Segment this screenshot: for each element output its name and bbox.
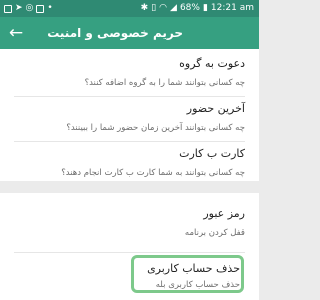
setting-title: دعوت به گروه bbox=[179, 57, 245, 70]
app-bar: ← حریم خصوصی و امنیت bbox=[0, 17, 259, 49]
signal-icon: ◢ bbox=[170, 3, 177, 13]
battery-icon: ▮ bbox=[202, 3, 208, 13]
instagram-icon bbox=[36, 4, 45, 13]
bluetooth-icon: ✱ bbox=[140, 3, 149, 13]
delete-account-highlight bbox=[131, 255, 244, 293]
setting-group-invite[interactable]: دعوت به گروه چه کسانی بتوانند شما را به … bbox=[0, 57, 259, 97]
divider bbox=[14, 141, 245, 142]
setting-card-to-card[interactable]: کارت ب کارت چه کسانی بتوانند به شما کارت… bbox=[0, 147, 259, 181]
setting-description: چه کسانی بتوانند شما را به گروه اضافه کن… bbox=[84, 78, 245, 88]
whatsapp-icon: ◎ bbox=[25, 3, 34, 13]
page-title: حریم خصوصی و امنیت bbox=[47, 26, 183, 40]
setting-description: چه کسانی بتوانند آخرین زمان حضور شما را … bbox=[66, 123, 245, 133]
notification-icons: ➤ ◎ • bbox=[4, 0, 53, 17]
divider bbox=[14, 96, 245, 97]
wifi-icon: ◠ bbox=[159, 3, 168, 13]
system-status: ✱ ▯ ◠ ◢ 68% ▮ 12:21 am bbox=[141, 0, 254, 17]
setting-passcode[interactable]: رمز عبور قفل کردن برنامه bbox=[0, 207, 259, 247]
setting-description: چه کسانی بتوانند به شما کارت ب کارت انجا… bbox=[61, 168, 245, 178]
messenger-icon bbox=[4, 4, 12, 13]
battery-level: 68% bbox=[179, 3, 200, 13]
clock: 12:21 am bbox=[210, 3, 254, 13]
setting-title: آخرین حضور bbox=[186, 102, 245, 115]
status-bar: ➤ ◎ • ✱ ▯ ◠ ◢ 68% ▮ 12:21 am bbox=[0, 0, 259, 17]
telegram-icon: ➤ bbox=[15, 3, 23, 13]
more-icon: • bbox=[47, 3, 53, 13]
setting-last-seen[interactable]: آخرین حضور چه کسانی بتوانند آخرین زمان ح… bbox=[0, 102, 259, 142]
setting-description: قفل کردن برنامه bbox=[184, 228, 245, 238]
vibrate-icon: ▯ bbox=[151, 3, 157, 13]
divider bbox=[14, 252, 245, 253]
back-arrow-icon[interactable]: ← bbox=[6, 22, 26, 44]
setting-title: رمز عبور bbox=[203, 207, 245, 220]
setting-title: کارت ب کارت bbox=[179, 147, 245, 160]
